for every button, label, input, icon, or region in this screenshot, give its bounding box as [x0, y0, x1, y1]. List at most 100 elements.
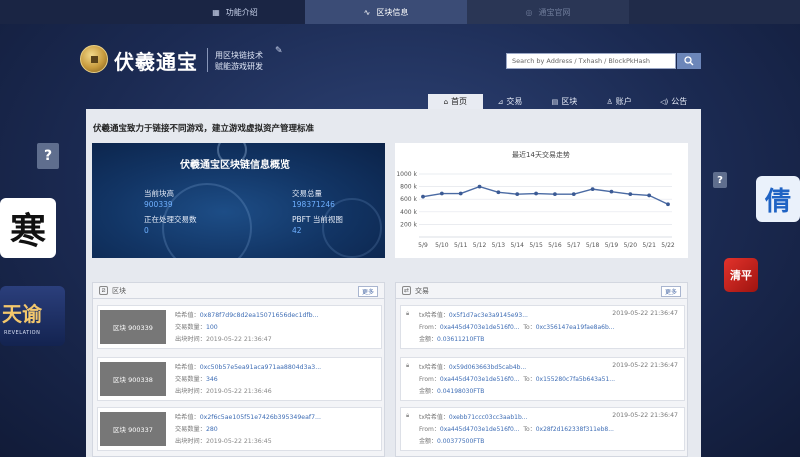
- data-point: [496, 190, 501, 195]
- nav-label: 交易: [506, 97, 523, 106]
- tab-features[interactable]: ▦ 功能介绍: [165, 0, 305, 24]
- game-qing-icon[interactable]: 倩: [756, 176, 800, 222]
- help-question-icon[interactable]: ?: [713, 172, 727, 188]
- chart-title: 最近14天交易走势: [512, 150, 570, 159]
- x-tick-label: 5/17: [567, 242, 581, 249]
- data-point: [647, 193, 652, 198]
- y-tick-label: 800 k: [400, 184, 417, 191]
- nav-transactions[interactable]: ⊿ 交易: [483, 94, 538, 109]
- block-row[interactable]: 区块 900338 哈希值：0xc50b57e5ea91aca971aa8804…: [97, 357, 382, 401]
- block-hash: 哈希值：0xc50b57e5ea91aca971aa8804d3a3...: [175, 362, 321, 371]
- blocks-icon: ⧄: [99, 286, 108, 295]
- transactions-card: ⇄ 交易 更多 🔒︎ tx哈希值：0x5f1d7ac3e3a9145e93...…: [395, 282, 688, 457]
- block-hash: 哈希值：0x878f7d9c8d2ea15071656dec1dfb...: [175, 310, 318, 319]
- block-time: 出块时间：2019-05-22 21:36:45: [175, 436, 272, 445]
- nav-home[interactable]: ⌂ 首页: [428, 94, 483, 109]
- tx-hash-value[interactable]: 0xebb71ccc03cc3aab1b...: [449, 414, 528, 421]
- block-height-value: 900339: [144, 200, 173, 209]
- block-thumb: 区块 900339: [100, 310, 166, 344]
- pbft-label: PBFT 当前视图: [292, 215, 343, 224]
- x-tick-label: 5/19: [605, 242, 619, 249]
- block-thumb: 区块 900338: [100, 362, 166, 396]
- data-point: [515, 192, 520, 197]
- tx-hash-value[interactable]: 0x59d063663bd5cab4b...: [449, 364, 526, 371]
- brand-title: 伏羲通宝: [114, 50, 198, 74]
- tx-count-value: 100: [205, 324, 218, 331]
- x-tick-label: 5/18: [586, 242, 600, 249]
- tx-from-to: From：0xa445d4703e1de516f0... To：0x28f2d1…: [419, 424, 614, 433]
- to-label: To：: [523, 324, 536, 331]
- blocks-card: ⧄ 区块 更多 区块 900339 哈希值：0x878f7d9c8d2ea150…: [92, 282, 385, 457]
- y-tick-label: 200 k: [400, 221, 417, 228]
- block-tx-count: 交易数量：100: [175, 322, 218, 331]
- data-point: [571, 192, 576, 197]
- overview-title: 伏羲通宝区块链信息概览: [180, 160, 290, 171]
- from-value[interactable]: 0xa445d4703e1de516f0...: [440, 324, 520, 331]
- x-tick-label: 5/13: [492, 242, 506, 249]
- activity-icon: ∿: [363, 7, 371, 17]
- tab-label: 通宝官网: [538, 7, 571, 17]
- tx-amount: 金额：0.03611210FTB: [419, 334, 484, 343]
- tx-trend-chart-svg: 最近14天交易走势 1000 k 800 k 600 k 400 k 200 k 5/9 5…: [396, 150, 675, 249]
- transaction-row[interactable]: 🔒︎ tx哈希值：0xebb71ccc03cc3aab1b... 2019-05…: [400, 407, 685, 451]
- transaction-row[interactable]: 🔒︎ tx哈希值：0x5f1d7ac3e3a9145e93... 2019-05…: [400, 305, 685, 349]
- tx-hash-label: tx哈希值：: [419, 414, 449, 421]
- to-label: To：: [523, 426, 536, 433]
- transaction-row[interactable]: 🔒︎ tx哈希值：0x59d063663bd5cab4b... 2019-05-…: [400, 357, 685, 401]
- tab-official-site[interactable]: ◎ 通宝官网: [467, 0, 629, 24]
- from-value[interactable]: 0xa445d4703e1de516f0...: [440, 376, 520, 383]
- tx-hash-value[interactable]: 0x5f1d7ac3e3a9145e93...: [449, 312, 528, 319]
- data-point: [477, 184, 482, 189]
- lock-icon: 🔒︎: [406, 310, 410, 317]
- transactions-more-button[interactable]: 更多: [660, 286, 681, 297]
- tx-time: 2019-05-22 21:36:47: [612, 412, 678, 419]
- amount-value: 0.03611210FTB: [437, 336, 485, 343]
- tx-hash-label: tx哈希值：: [419, 312, 449, 319]
- nav-blocks[interactable]: ▤ 区块: [537, 94, 592, 109]
- coin-logo-icon: [80, 45, 108, 73]
- chart-icon: ⊿: [497, 97, 504, 106]
- x-tick-label: 5/22: [661, 242, 675, 249]
- tx-trend-chart: 最近14天交易走势 1000 k 800 k 600 k 400 k 200 k 5/9 5…: [395, 143, 688, 258]
- x-tick-label: 5/16: [548, 242, 562, 249]
- game-han-icon[interactable]: 寒: [0, 198, 56, 258]
- speaker-icon: ◁): [660, 97, 669, 106]
- x-tick-label: 5/11: [454, 242, 468, 249]
- to-value[interactable]: 0xc356147ea19fae8a6b...: [536, 324, 615, 331]
- game-red-icon[interactable]: 清平: [724, 258, 758, 292]
- hash-value[interactable]: 0xc50b57e5ea91aca971aa8804d3a3...: [200, 364, 321, 371]
- block-height-label: 当前块高: [144, 189, 174, 198]
- time-label: 出块时间：: [175, 336, 206, 343]
- tab-block-info[interactable]: ∿ 区块信息: [305, 0, 467, 24]
- data-point: [590, 187, 595, 192]
- to-value[interactable]: 0x155280c7fa5b643a51...: [536, 376, 615, 383]
- tx-hash: tx哈希值：0x59d063663bd5cab4b...: [419, 362, 526, 371]
- tx-from-to: From：0xa445d4703e1de516f0... To：0x155280…: [419, 374, 615, 383]
- to-label: To：: [523, 376, 536, 383]
- top-nav: ▦ 功能介绍 ∿ 区块信息 ◎ 通宝官网: [0, 0, 800, 24]
- x-tick-label: 5/15: [529, 242, 543, 249]
- time-value: 2019-05-22 21:36:45: [205, 438, 272, 445]
- blocks-more-button[interactable]: 更多: [357, 286, 378, 297]
- search-input[interactable]: Search by Address / Txhash / BlockPkHash: [506, 53, 676, 69]
- data-point: [628, 192, 633, 197]
- hash-label: 哈希值：: [175, 414, 200, 421]
- game-tianyu-icon[interactable]: 天谕 REVELATION: [0, 286, 65, 346]
- search-button[interactable]: [677, 53, 701, 69]
- from-value[interactable]: 0xa445d4703e1de516f0...: [440, 426, 520, 433]
- tab-label: 区块信息: [376, 7, 409, 17]
- hash-value[interactable]: 0x2f6c5ae105f51e7426b395349eaf7...: [200, 414, 321, 421]
- to-value[interactable]: 0x28f2d162338f311eb8...: [536, 426, 614, 433]
- block-row[interactable]: 区块 900339 哈希值：0x878f7d9c8d2ea15071656dec…: [97, 305, 382, 349]
- nav-label: 区块: [561, 97, 578, 106]
- help-question-icon[interactable]: ?: [37, 143, 59, 169]
- hash-value[interactable]: 0x878f7d9c8d2ea15071656dec1dfb...: [200, 312, 319, 319]
- nav-accounts[interactable]: ♙ 账户: [592, 94, 647, 109]
- exchange-icon: ⇄: [402, 286, 411, 295]
- game-tianyu-subtitle: REVELATION: [4, 330, 41, 336]
- block-row[interactable]: 区块 900337 哈希值：0x2f6c5ae105f51e7426b39534…: [97, 407, 382, 451]
- amount-label: 金额：: [419, 438, 438, 445]
- nav-announcements[interactable]: ◁) 公告: [646, 94, 701, 109]
- tx-total-value: 198371246: [292, 200, 335, 209]
- block-icon: ▤: [551, 97, 559, 106]
